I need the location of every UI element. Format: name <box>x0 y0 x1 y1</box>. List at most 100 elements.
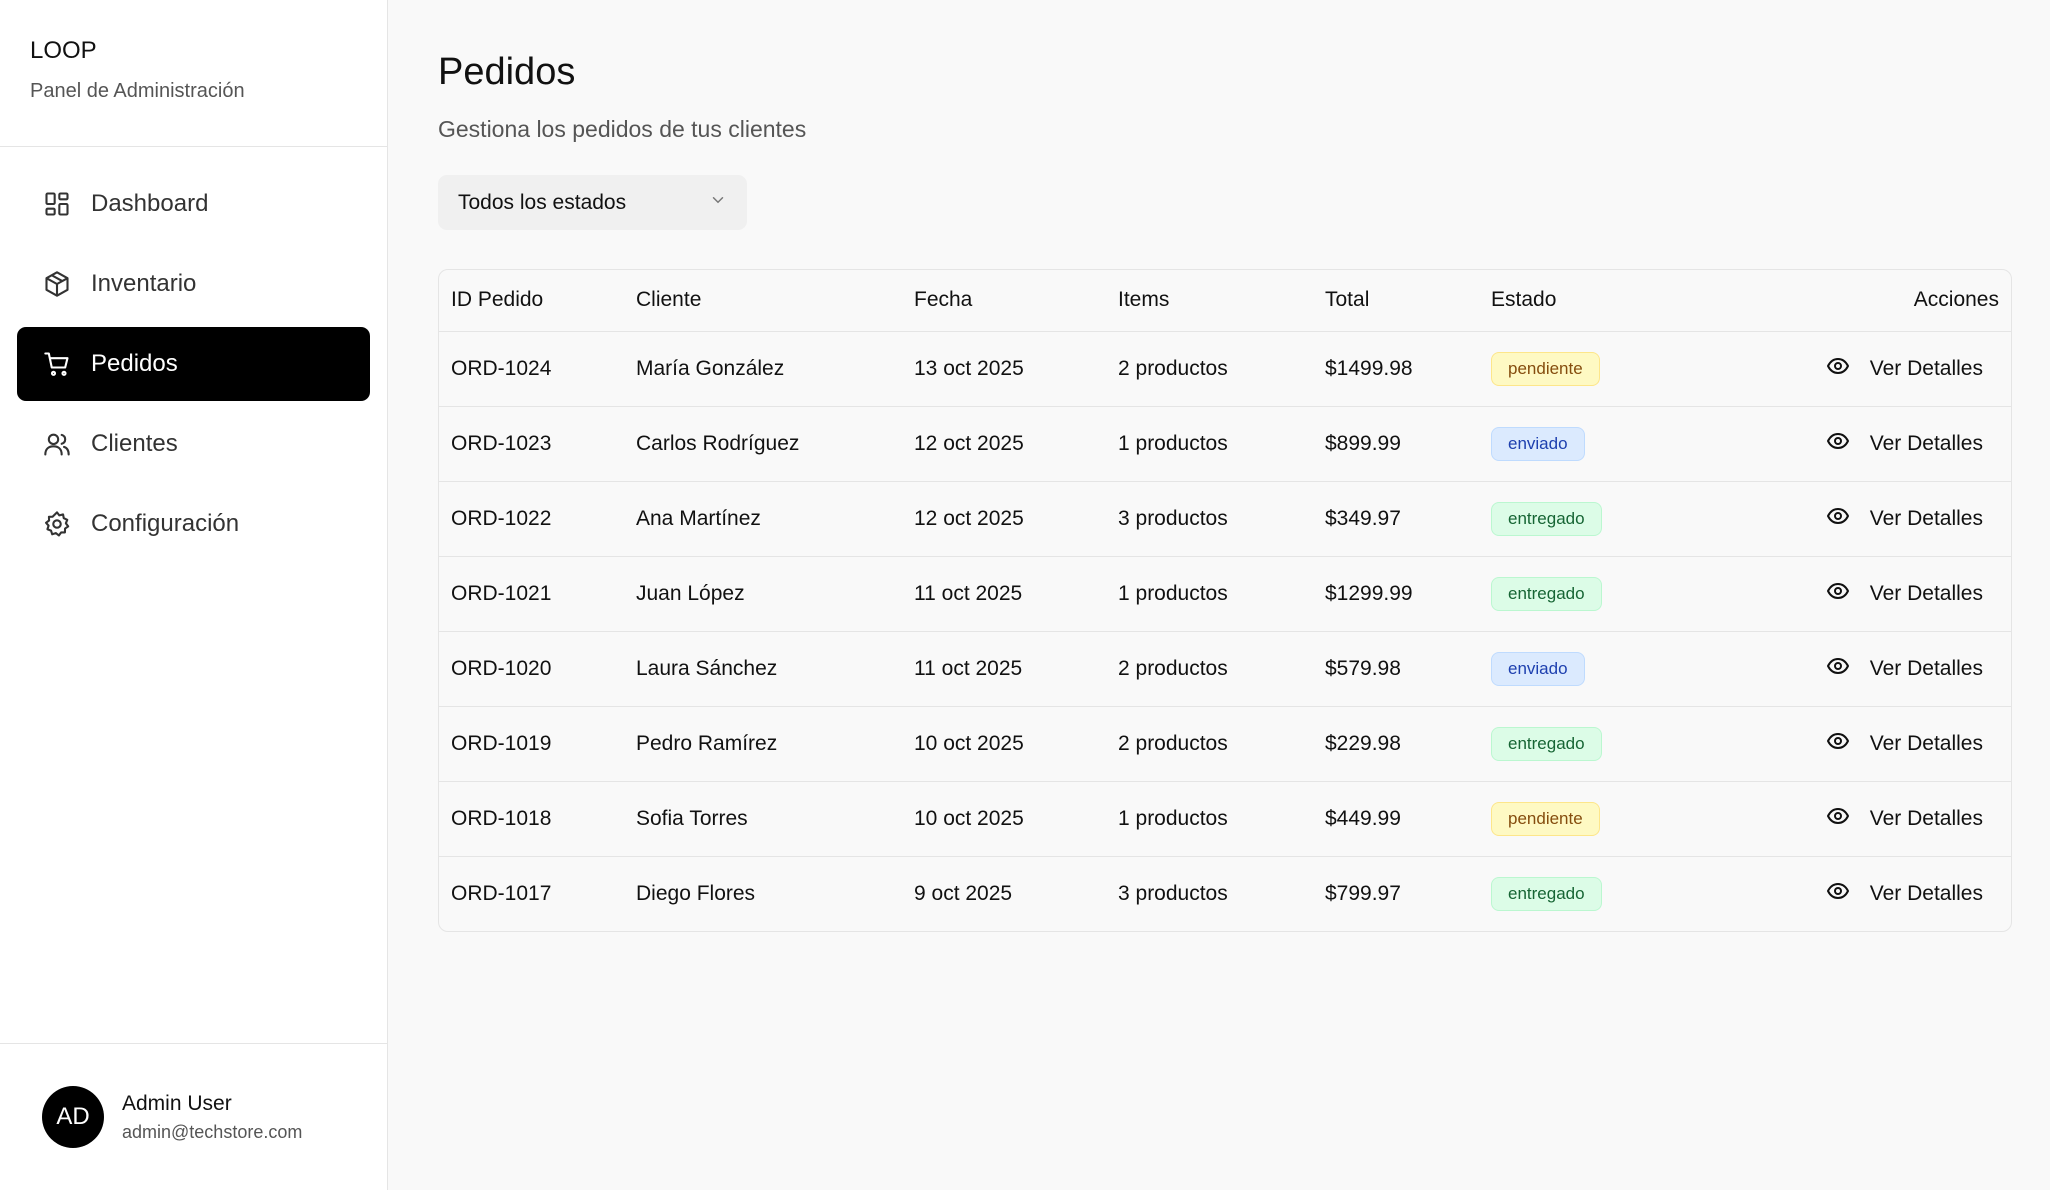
order-total: $799.97 <box>1325 881 1401 905</box>
order-total: $1499.98 <box>1325 331 1491 407</box>
order-total: $229.98 <box>1325 706 1491 782</box>
sidebar: LOOP Panel de Administración Dashboard I… <box>0 0 388 1190</box>
order-items: 2 productos <box>1118 631 1325 707</box>
order-client: Carlos Rodríguez <box>636 406 914 482</box>
status-badge: pendiente <box>1491 801 1600 836</box>
order-status-cell: entregado <box>1491 556 1741 632</box>
table-row: ORD-1020 Laura Sánchez 11 oct 2025 2 produc… <box>439 631 2011 707</box>
sidebar-item-pedidos[interactable]: Pedidos <box>17 327 370 401</box>
order-client: Pedro Ramírez <box>636 706 914 782</box>
order-actions-cell: Ver Detalles <box>1741 706 2011 782</box>
sidebar-item-configuracion[interactable]: Configuración <box>17 487 370 561</box>
order-id: ORD-1018 <box>439 781 636 857</box>
order-items: 1 productos <box>1118 781 1325 857</box>
view-details-button[interactable]: Ver Detalles <box>1826 504 1983 534</box>
status-badge: entregado <box>1491 876 1602 911</box>
user-profile[interactable]: AD Admin User admin@techstore.com <box>0 1043 387 1190</box>
order-status-cell: pendiente <box>1491 781 1741 857</box>
column-header-status: Estado <box>1491 270 1741 332</box>
view-details-label: Ver Detalles <box>1869 506 1983 530</box>
order-date: 11 oct 2025 <box>914 631 1118 707</box>
status-badge: entregado <box>1491 576 1602 611</box>
column-header-id: ID Pedido <box>439 270 636 332</box>
view-details-label: Ver Detalles <box>1869 806 1983 830</box>
eye-icon <box>1826 579 1870 609</box>
order-client: Ana Martínez <box>636 481 914 557</box>
sidebar-nav: Dashboard Inventario Pedidos Clientes Co… <box>0 147 387 561</box>
order-total: $579.98 <box>1325 631 1491 707</box>
brand-subtitle: Panel de Administración <box>30 80 245 102</box>
order-actions-cell: Ver Detalles <box>1741 481 2011 557</box>
package-icon <box>43 270 71 298</box>
order-status-cell: entregado <box>1491 856 1741 931</box>
column-header-items: Items <box>1118 270 1325 332</box>
view-details-label: Ver Detalles <box>1869 656 1983 680</box>
view-details-label: Ver Detalles <box>1869 881 1983 905</box>
eye-icon <box>1826 504 1870 534</box>
sidebar-item-inventario[interactable]: Inventario <box>17 247 370 321</box>
eye-icon <box>1826 354 1870 384</box>
order-actions-cell: Ver Detalles <box>1741 406 2011 482</box>
view-details-label: Ver Detalles <box>1869 581 1983 605</box>
status-badge: enviado <box>1491 426 1585 461</box>
view-details-button[interactable]: Ver Detalles <box>1826 879 1983 909</box>
order-client: Diego Flores <box>636 881 756 905</box>
table-row: ORD-1024 María González 13 oct 2025 2 produ… <box>439 331 2011 407</box>
view-details-button[interactable]: Ver Detalles <box>1826 579 1983 609</box>
status-badge: pendiente <box>1491 351 1600 386</box>
order-actions-cell: Ver Detalles <box>1741 781 2011 857</box>
table-body: ORD-1024 María González 13 oct 2025 2 produ… <box>439 331 2011 931</box>
view-details-button[interactable]: Ver Detalles <box>1826 354 1983 384</box>
order-actions-cell: Ver Detalles <box>1741 331 2011 407</box>
order-total: $899.99 <box>1325 406 1491 482</box>
view-details-button[interactable]: Ver Detalles <box>1826 429 1983 459</box>
sidebar-item-label: Configuración <box>91 510 240 537</box>
view-details-button[interactable]: Ver Detalles <box>1826 654 1983 684</box>
order-client: Laura Sánchez <box>636 631 914 707</box>
column-header-client: Cliente <box>636 270 914 332</box>
order-actions-cell: Ver Detalles <box>1741 631 2011 707</box>
status-filter-select[interactable]: Todos los estados <box>438 175 747 230</box>
column-header-total: Total <box>1325 270 1491 332</box>
table-row: ORD-1023 Carlos Rodríguez 12 oct 2025 1 pro… <box>439 406 2011 482</box>
page-title: Pedidos <box>438 51 576 93</box>
table-row: ORD-1021 Juan López 11 oct 2025 1 productos… <box>439 556 2011 632</box>
sidebar-item-clientes[interactable]: Clientes <box>17 407 370 481</box>
brand-name: LOOP <box>30 37 97 64</box>
users-icon <box>43 430 71 458</box>
order-status-cell: entregado <box>1491 706 1741 782</box>
eye-icon <box>1826 804 1870 834</box>
order-date: 10 oct 2025 <box>914 706 1118 782</box>
order-date: 9 oct 2025 <box>914 881 1013 905</box>
eye-icon <box>1826 654 1870 684</box>
order-status-cell: pendiente <box>1491 331 1741 407</box>
order-date: 13 oct 2025 <box>914 331 1118 407</box>
chevron-down-icon <box>709 191 727 214</box>
order-items: 2 productos <box>1118 706 1325 782</box>
eye-icon <box>1826 729 1870 759</box>
table-row: ORD-1019 Pedro Ramírez 10 oct 2025 2 produc… <box>439 706 2011 782</box>
sidebar-item-dashboard[interactable]: Dashboard <box>17 167 370 241</box>
user-name: Admin User <box>122 1091 232 1115</box>
dashboard-icon <box>43 190 71 218</box>
view-details-button[interactable]: Ver Detalles <box>1826 729 1983 759</box>
order-date: 10 oct 2025 <box>914 781 1118 857</box>
view-details-label: Ver Detalles <box>1869 731 1983 755</box>
view-details-button[interactable]: Ver Detalles <box>1826 804 1983 834</box>
orders-table: ID Pedido Cliente Fecha Items Total Esta… <box>438 269 2012 932</box>
page-subtitle: Gestiona los pedidos de tus clientes <box>438 116 807 142</box>
view-details-label: Ver Detalles <box>1869 431 1983 455</box>
order-actions-cell: Ver Detalles <box>1741 856 2011 931</box>
status-badge: entregado <box>1491 501 1602 536</box>
cart-icon <box>43 350 71 378</box>
sidebar-item-label: Clientes <box>91 430 178 457</box>
order-date: 12 oct 2025 <box>914 481 1118 557</box>
view-details-label: Ver Detalles <box>1869 356 1983 380</box>
order-items: 1 productos <box>1118 556 1325 632</box>
order-total: $349.97 <box>1325 481 1491 557</box>
gear-icon <box>43 510 71 538</box>
status-badge: entregado <box>1491 726 1602 761</box>
order-status-cell: entregado <box>1491 481 1741 557</box>
avatar: AD <box>42 1086 104 1148</box>
order-date: 11 oct 2025 <box>914 556 1118 632</box>
